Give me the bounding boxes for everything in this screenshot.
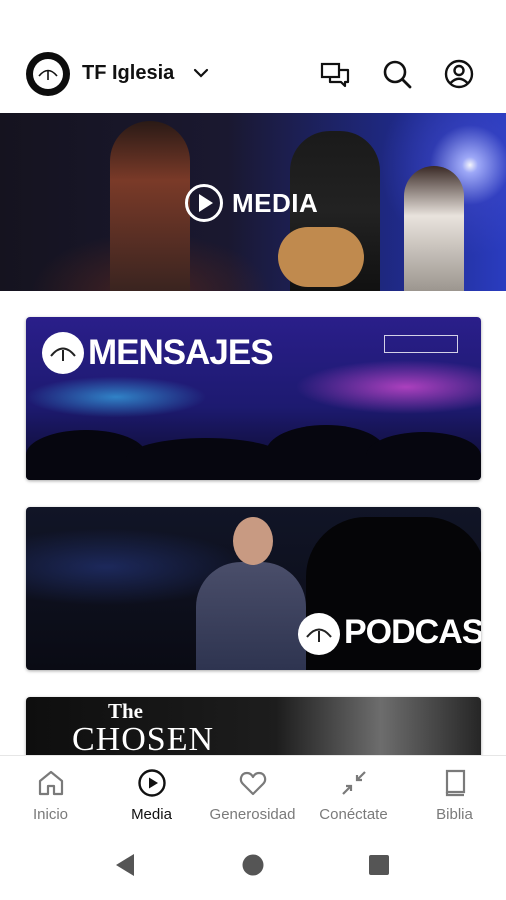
compress-arrows-icon — [342, 771, 366, 795]
play-circle-icon — [138, 769, 166, 797]
book-icon — [445, 769, 466, 797]
mensajes-logo-icon — [42, 332, 84, 374]
account-icon[interactable] — [443, 58, 475, 90]
hero-title-text: MEDIA — [232, 187, 319, 218]
worship-leader-left — [110, 121, 190, 291]
mensajes-card[interactable]: MENSAJES — [26, 317, 481, 480]
nav-conectate[interactable]: Conéctate — [303, 756, 404, 828]
speaker-figure — [196, 562, 306, 670]
recents-square-icon[interactable] — [369, 855, 389, 875]
system-navigation-bar — [0, 828, 506, 900]
podcast-title: PODCAST — [344, 613, 481, 651]
nav-media-label: Media — [131, 806, 172, 823]
the-chosen-card[interactable]: The CHOSEN — [26, 697, 481, 757]
chosen-title-line2: CHOSEN — [72, 721, 215, 757]
org-switcher-label[interactable]: TF Iglesia — [82, 62, 174, 85]
nav-conectate-label: Conéctate — [319, 806, 388, 823]
nav-generosidad-label: Generosidad — [209, 806, 296, 823]
home-circle-icon[interactable] — [242, 854, 264, 876]
speaker-head — [233, 517, 273, 565]
nav-biblia[interactable]: Biblia — [404, 756, 505, 828]
nav-inicio[interactable]: Inicio — [0, 756, 101, 828]
chat-icon[interactable] — [319, 58, 351, 90]
nav-biblia-label: Biblia — [436, 806, 473, 823]
nav-inicio-label: Inicio — [32, 806, 69, 823]
podcast-logo-icon — [298, 613, 340, 655]
crowd-silhouette — [366, 432, 481, 480]
heart-icon — [239, 771, 267, 796]
nav-generosidad[interactable]: Generosidad — [202, 756, 303, 828]
play-circle-icon — [185, 184, 223, 222]
top-app-bar: TF Iglesia — [0, 0, 506, 112]
back-icon[interactable] — [114, 853, 136, 877]
hero-title: MEDIA — [184, 183, 318, 223]
org-logo-icon[interactable] — [26, 52, 70, 96]
guitar — [278, 227, 364, 287]
crowd-silhouette — [126, 438, 286, 480]
nav-media[interactable]: Media — [101, 756, 202, 828]
mensajes-title: MENSAJES — [88, 333, 274, 372]
chevron-down-icon[interactable] — [192, 64, 210, 82]
mensajes-tag-box — [384, 335, 458, 353]
media-hero-banner[interactable]: MEDIA — [0, 113, 506, 291]
home-icon — [38, 770, 64, 796]
singer-right — [404, 166, 464, 291]
podcast-card[interactable]: PODCAST — [26, 507, 481, 670]
search-icon[interactable] — [381, 58, 413, 90]
brand-logo-icon — [33, 59, 63, 89]
bottom-navigation: Inicio Media Generosidad Conéctate Bibli… — [0, 755, 506, 828]
